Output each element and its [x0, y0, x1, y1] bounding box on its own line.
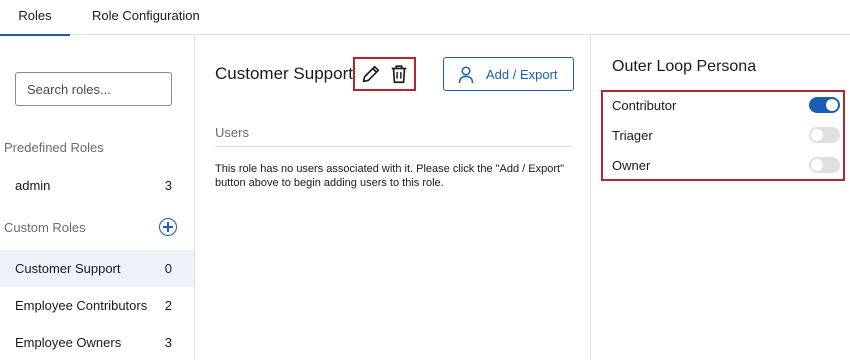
triager-toggle[interactable]	[809, 127, 840, 143]
search-roles-input[interactable]	[15, 72, 172, 106]
persona-row-contributor: Contributor	[612, 95, 842, 115]
contributor-toggle[interactable]	[809, 97, 840, 113]
role-item-count: 0	[164, 261, 172, 276]
role-item-employee-contributors[interactable]: Employee Contributors 2	[0, 287, 194, 324]
add-circle-icon[interactable]	[159, 218, 177, 236]
predefined-roles-header: Predefined Roles	[4, 140, 104, 155]
persona-row-triager: Triager	[612, 125, 842, 145]
role-item-label: Employee Contributors	[15, 298, 148, 313]
empty-users-message: This role has no users associated with i…	[215, 163, 564, 189]
tab-bar: Roles Role Configuration	[0, 0, 850, 36]
custom-roles-header: Custom Roles	[4, 220, 86, 235]
role-item-count: 3	[164, 178, 172, 193]
divider	[215, 146, 573, 147]
persona-panel: Outer Loop Persona Contributor Triager O…	[591, 35, 850, 360]
owner-toggle[interactable]	[809, 157, 840, 173]
role-item-label: Customer Support	[15, 261, 121, 276]
users-header: Users	[215, 125, 249, 140]
persona-label: Owner	[612, 158, 651, 173]
persona-title: Outer Loop Persona	[612, 58, 757, 75]
role-item-count: 2	[164, 298, 172, 313]
role-detail-panel: Customer Support Add / Export Users This…	[195, 35, 591, 360]
add-export-label: Add / Export	[486, 67, 558, 82]
pencil-icon[interactable]	[360, 63, 382, 85]
tab-roles[interactable]: Roles	[0, 0, 70, 36]
role-item-count: 3	[164, 335, 172, 350]
persona-label: Triager	[612, 128, 653, 143]
role-item-admin[interactable]: admin 3	[0, 167, 194, 204]
roles-sidebar: Predefined Roles admin 3 Custom Roles Cu…	[0, 35, 195, 360]
persona-label: Contributor	[612, 98, 677, 113]
role-item-customer-support[interactable]: Customer Support 0	[0, 250, 194, 287]
role-item-label: Employee Owners	[15, 335, 122, 350]
persona-row-owner: Owner	[612, 155, 842, 175]
tab-role-configuration[interactable]: Role Configuration	[92, 0, 200, 35]
add-export-button[interactable]: Add / Export	[443, 57, 574, 91]
role-item-employee-owners[interactable]: Employee Owners 3	[0, 324, 194, 360]
trash-icon[interactable]	[388, 63, 410, 85]
person-icon	[458, 66, 474, 84]
role-title: Customer Support	[215, 64, 353, 83]
role-item-label: admin	[15, 178, 51, 193]
